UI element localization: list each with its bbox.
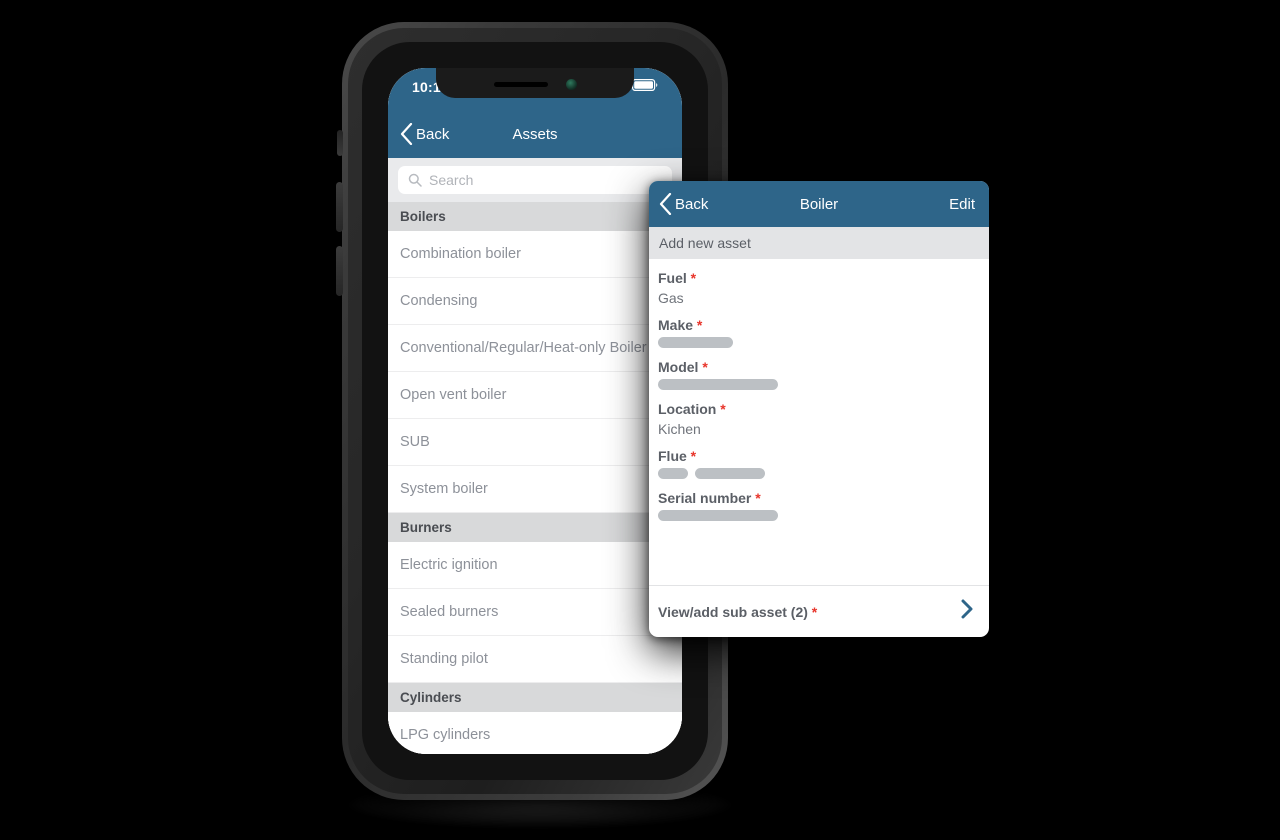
volume-down-button[interactable] <box>336 246 343 296</box>
required-marker: * <box>811 603 818 620</box>
detail-back-label: Back <box>675 195 709 213</box>
field-redacted-value <box>658 337 980 348</box>
section-header: Burners <box>388 513 682 542</box>
detail-field: Fuel * Gas <box>658 270 980 306</box>
field-label: Location * <box>658 401 726 417</box>
required-marker: * <box>690 270 697 286</box>
field-value: Gas <box>658 290 684 306</box>
mute-switch-button[interactable] <box>337 130 343 156</box>
list-item[interactable]: Electric ignition <box>388 542 682 589</box>
section-header: Cylinders <box>388 683 682 712</box>
detail-field: Location * Kichen <box>658 401 980 437</box>
redacted-bar <box>658 510 778 521</box>
front-camera-icon <box>565 78 577 90</box>
redacted-bar <box>658 379 778 390</box>
field-redacted-value <box>658 468 980 479</box>
field-value: Kichen <box>658 421 701 437</box>
detail-back-button[interactable]: Back <box>649 193 708 215</box>
detail-field: Flue * <box>658 448 980 479</box>
sub-asset-label-text: View/add sub asset (2) <box>658 603 808 620</box>
list-item[interactable]: Sealed burners <box>388 589 682 636</box>
list-item[interactable]: LPG cylinders <box>388 712 682 754</box>
required-marker: * <box>690 448 697 464</box>
redacted-bar <box>658 468 688 479</box>
assets-list[interactable]: Boilers Combination boiler Condensing Conve… <box>388 202 682 754</box>
search-box[interactable] <box>398 166 672 194</box>
required-marker: * <box>755 490 761 506</box>
detail-fields-container: Fuel * Gas Make * Model * Location * Kichen Fl… <box>649 259 989 585</box>
required-marker: * <box>702 359 708 375</box>
field-label: Model * <box>658 359 708 375</box>
required-marker: * <box>696 317 703 333</box>
field-label: Serial number * <box>658 490 761 506</box>
screenshot-stage: 10:10 Back Assets Search Boilers Combina… <box>0 0 1280 840</box>
search-icon <box>408 173 422 187</box>
field-label: Flue * <box>658 448 697 464</box>
detail-field: Model * <box>658 359 980 390</box>
phone-screen: 10:10 Back Assets Search Boilers Combina… <box>388 68 682 754</box>
assets-back-label: Back <box>416 125 450 143</box>
field-redacted-value <box>658 379 980 390</box>
list-item[interactable]: Condensing <box>388 278 682 325</box>
view-add-sub-asset-row[interactable]: View/add sub asset (2) * <box>649 585 989 637</box>
chevron-left-icon <box>400 123 413 145</box>
detail-field: Serial number * <box>658 490 980 521</box>
add-new-asset-subheader: Add new asset <box>649 227 989 259</box>
assets-nav-bar: Back Assets <box>388 110 682 158</box>
field-redacted-value <box>658 510 980 521</box>
edit-button[interactable]: Edit <box>949 196 989 213</box>
list-item[interactable]: System boiler <box>388 466 682 513</box>
field-label: Make * <box>658 317 703 333</box>
detail-field: Make * <box>658 317 980 348</box>
assets-app: 10:10 Back Assets Search Boilers Combina… <box>388 68 682 754</box>
detail-nav-bar: Back Boiler Edit <box>649 181 989 227</box>
list-item[interactable]: Conventional/Regular/Heat-only Boiler <box>388 325 682 372</box>
volume-up-button[interactable] <box>336 182 343 232</box>
list-item[interactable]: SUB <box>388 419 682 466</box>
boiler-detail-panel: Back Boiler Edit Add new asset Fuel * Gas… <box>649 181 989 637</box>
battery-icon <box>632 79 658 91</box>
list-item[interactable]: Standing pilot <box>388 636 682 683</box>
section-header: Boilers <box>388 202 682 231</box>
redacted-bar <box>658 337 733 348</box>
required-marker: * <box>720 401 726 417</box>
field-label: Fuel * <box>658 270 697 286</box>
view-add-sub-asset-label: View/add sub asset (2) * <box>658 604 817 620</box>
assets-back-button[interactable]: Back <box>388 123 449 145</box>
search-input[interactable] <box>429 172 662 188</box>
chevron-right-icon[interactable] <box>959 599 975 624</box>
chevron-left-icon <box>659 193 672 215</box>
search-bar-container <box>388 158 682 202</box>
list-item[interactable]: Open vent boiler <box>388 372 682 419</box>
phone-notch <box>436 68 634 98</box>
list-item[interactable]: Combination boiler <box>388 231 682 278</box>
earpiece-speaker-icon <box>493 81 548 87</box>
redacted-bar <box>695 468 765 479</box>
